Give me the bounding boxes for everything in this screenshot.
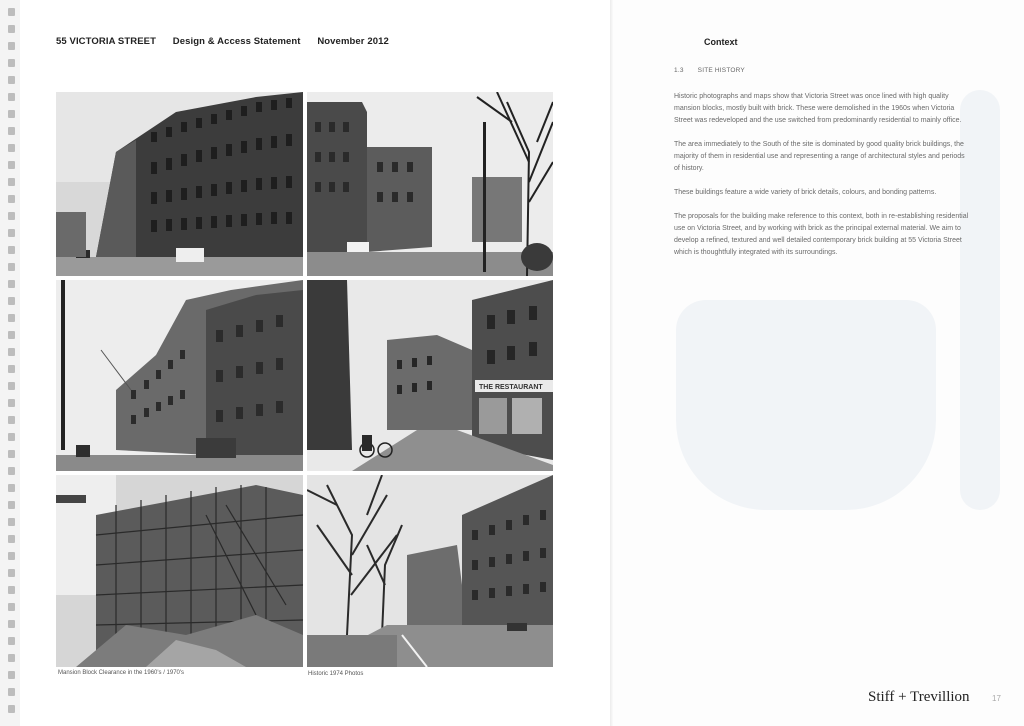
body-text: Historic photographs and maps show that … xyxy=(674,91,970,271)
binding-ring xyxy=(8,501,15,509)
binding-ring xyxy=(8,229,15,237)
binding-ring xyxy=(8,552,15,560)
binding-ring xyxy=(8,280,15,288)
binding-ring xyxy=(8,314,15,322)
binding-ring xyxy=(8,42,15,50)
binding-ring xyxy=(8,25,15,33)
paragraph: These buildings feature a wide variety o… xyxy=(674,189,937,196)
subsection-title: SITE HISTORY xyxy=(697,67,745,74)
background-shape xyxy=(676,300,936,510)
binding-ring xyxy=(8,161,15,169)
binding-ring xyxy=(8,246,15,254)
caption-mansion-block-clearance: Mansion Block Clearance in the 1960's / … xyxy=(58,670,185,676)
binding-ring xyxy=(8,484,15,492)
binding-ring xyxy=(8,569,15,577)
binding-ring xyxy=(8,620,15,628)
binding-ring xyxy=(8,297,15,305)
photo-demolition xyxy=(56,475,303,667)
binding-ring xyxy=(8,671,15,679)
binding-ring xyxy=(8,450,15,458)
binding-ring xyxy=(8,535,15,543)
binding-ring xyxy=(8,76,15,84)
binding-ring xyxy=(8,705,15,713)
photo-restaurant-corner: THE RESTAURANT xyxy=(307,280,553,471)
paragraph: The area immediately to the South of the… xyxy=(674,141,965,172)
binding-ring xyxy=(8,110,15,118)
binding-ring xyxy=(8,382,15,390)
page-number: 17 xyxy=(992,694,1001,703)
binding-ring xyxy=(8,399,15,407)
binding-ring xyxy=(8,654,15,662)
binding-ring xyxy=(8,178,15,186)
header-project: 55 VICTORIA STREET xyxy=(56,36,156,47)
subsection-heading: 1.3 SITE HISTORY xyxy=(674,67,757,74)
restaurant-sign: THE RESTAURANT xyxy=(479,384,543,391)
binding-ring xyxy=(8,59,15,67)
binding-ring xyxy=(8,416,15,424)
binding-ring xyxy=(8,586,15,594)
binding-ring xyxy=(8,93,15,101)
binding-ring xyxy=(8,195,15,203)
company-logo: Stiff + Trevillion xyxy=(868,689,970,705)
binding-ring xyxy=(8,603,15,611)
page-header: 55 VICTORIA STREET Design & Access State… xyxy=(56,36,403,47)
binding-ring xyxy=(8,263,15,271)
spiral-binding xyxy=(0,0,21,726)
subsection-number: 1.3 xyxy=(674,67,684,74)
header-date: November 2012 xyxy=(317,36,389,47)
binding-ring xyxy=(8,348,15,356)
document-spread: 55 VICTORIA STREET Design & Access State… xyxy=(0,0,1024,726)
paragraph: The proposals for the building make refe… xyxy=(674,213,969,256)
caption-historic-photos: Historic 1974 Photos xyxy=(308,671,364,677)
section-heading: Context xyxy=(704,37,738,47)
binding-ring xyxy=(8,637,15,645)
binding-ring xyxy=(8,8,15,16)
binding-ring xyxy=(8,467,15,475)
paragraph: Historic photographs and maps show that … xyxy=(674,93,962,124)
photo-ornate-mansion-block xyxy=(56,280,303,471)
binding-ring xyxy=(8,688,15,696)
photo-trees-street-corner xyxy=(307,92,553,276)
binding-ring xyxy=(8,212,15,220)
binding-ring xyxy=(8,518,15,526)
binding-ring xyxy=(8,127,15,135)
header-document: Design & Access Statement xyxy=(172,36,301,47)
page-gutter xyxy=(610,0,614,726)
photo-mansion-block-street xyxy=(56,92,303,276)
binding-ring xyxy=(8,433,15,441)
binding-ring xyxy=(8,331,15,339)
photo-historic-1974-street xyxy=(307,475,553,667)
binding-ring xyxy=(8,365,15,373)
binding-ring xyxy=(8,144,15,152)
